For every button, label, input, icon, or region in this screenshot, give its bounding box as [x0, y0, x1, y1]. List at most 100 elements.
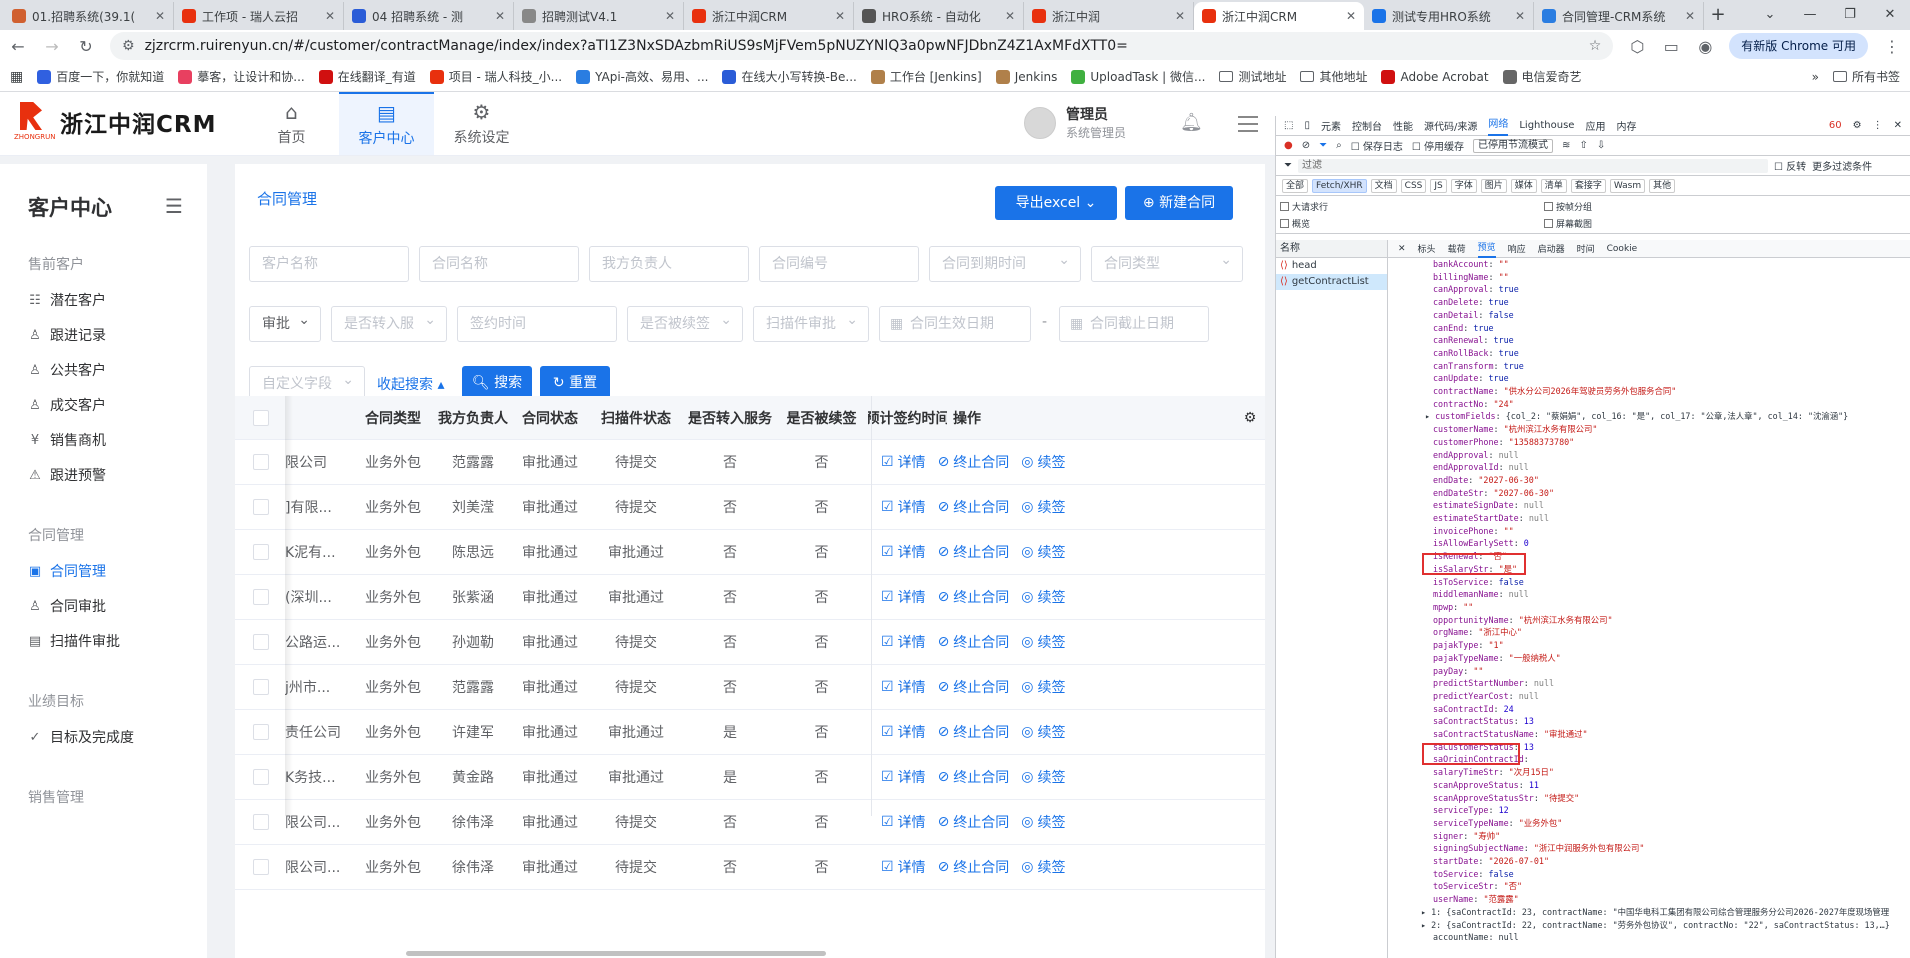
bookmark-item[interactable]: 百度一下，你就知道 [37, 68, 164, 85]
browser-tab[interactable]: 04 招聘系统 - 测 ✕ [344, 2, 514, 30]
request-item-getcontractlist[interactable]: ⟨⟩ getContractList [1276, 274, 1387, 290]
close-detail-icon[interactable]: ✕ [1398, 244, 1406, 254]
sidebar-item[interactable]: ♙ 公共客户 [28, 360, 106, 380]
bookmark-item[interactable]: 摹客，让设计和协... [178, 68, 305, 85]
row-checkbox[interactable] [253, 814, 269, 830]
row-checkbox[interactable] [253, 454, 269, 470]
minimize-icon[interactable]: — [1790, 0, 1830, 30]
renew-link[interactable]: ◎ 续签 [1021, 542, 1065, 562]
terminate-link[interactable]: ⊘ 终止合同 [938, 587, 1010, 607]
owner-input[interactable]: 我方负责人 [589, 246, 749, 282]
row-checkbox[interactable] [253, 724, 269, 740]
bookmark-item[interactable]: YApi-高效、易用、... [576, 68, 708, 85]
browser-tab[interactable]: 合同管理-CRM系统 ✕ [1534, 2, 1704, 30]
extensions-icon[interactable]: ⬡ [1627, 37, 1647, 56]
device-icon[interactable]: ▯ [1304, 120, 1310, 131]
detail-link[interactable]: ☑ 详情 [881, 722, 926, 742]
terminate-link[interactable]: ⊘ 终止合同 [938, 632, 1010, 652]
renew-link[interactable]: ◎ 续签 [1021, 677, 1065, 697]
bookmark-item[interactable]: 电信爱奇艺 [1502, 68, 1582, 85]
preserve-log-checkbox[interactable]: ☐ 保存日志 [1351, 138, 1403, 153]
row-checkbox[interactable] [253, 679, 269, 695]
browser-tab[interactable]: 01.招聘系统(39.1(✕ [4, 2, 174, 30]
sign-time-input[interactable]: 签约时间 [457, 306, 617, 342]
type-filter-chip[interactable]: Wasm [1609, 178, 1646, 193]
back-icon[interactable]: ← [8, 37, 28, 56]
terminate-link[interactable]: ⊘ 终止合同 [938, 677, 1010, 697]
bookmark-item[interactable]: Adobe Acrobat [1381, 69, 1489, 84]
renew-link[interactable]: ◎ 续签 [1021, 587, 1065, 607]
close-tab-icon[interactable]: ✕ [1346, 9, 1356, 23]
renew-link[interactable]: ◎ 续签 [1021, 722, 1065, 742]
sidebar-item[interactable]: ♙ 跟进记录 [28, 325, 106, 345]
type-filter-chip[interactable]: Fetch/XHR [1312, 178, 1367, 193]
more-icon[interactable]: ⋮ [1873, 120, 1883, 131]
browser-tab[interactable]: 浙江中润CRM ✕ [1194, 2, 1364, 30]
terminate-link[interactable]: ⊘ 终止合同 [938, 857, 1010, 877]
close-tab-icon[interactable]: ✕ [1685, 9, 1695, 23]
sidebar-item[interactable]: ♙ 成交客户 [28, 395, 106, 415]
collapse-search-link[interactable]: 收起搜索 ▴ [377, 374, 444, 394]
screenshots-option[interactable]: 屏幕截图 [1544, 217, 1592, 230]
all-bookmarks-folder[interactable]: 所有书签 [1832, 68, 1900, 85]
to-service-select[interactable]: 是否转入服 [331, 303, 447, 342]
crm-logo[interactable]: ZHONGRUN 浙江中润CRM [14, 102, 216, 142]
table-horizontal-scrollbar[interactable] [406, 951, 826, 956]
terminate-link[interactable]: ⊘ 终止合同 [938, 812, 1010, 832]
chrome-update-button[interactable]: 有新版 Chrome 可用 [1729, 33, 1868, 59]
scan-approval-select[interactable]: 扫描件审批 [753, 303, 869, 342]
sidebar-item[interactable]: ⚠ 跟进预警 [28, 465, 106, 485]
browser-tab[interactable]: HRO系统 - 自动化 ✕ [854, 2, 1024, 30]
bookmark-item[interactable]: 其他地址 [1300, 68, 1367, 85]
devtools-tab[interactable]: 源代码/来源 [1424, 118, 1477, 133]
contract-type-select[interactable]: 合同类型 [1091, 243, 1243, 282]
filter-icon[interactable]: ⏷ [1319, 140, 1327, 151]
detail-link[interactable]: ☑ 详情 [881, 587, 926, 607]
expiry-time-select[interactable]: 合同到期时间 [929, 243, 1081, 282]
record-icon[interactable]: ● [1284, 140, 1293, 151]
row-checkbox[interactable] [253, 859, 269, 875]
bookmark-item[interactable]: 项目 - 瑞人科技_小... [429, 68, 562, 85]
forward-icon[interactable]: → [42, 37, 62, 56]
row-checkbox[interactable] [253, 589, 269, 605]
close-tab-icon[interactable]: ✕ [155, 9, 165, 23]
detail-tab[interactable]: 标头 [1418, 242, 1436, 255]
apps-icon[interactable]: ▦ [10, 69, 23, 85]
sidebar-item[interactable]: ☷ 潜在客户 [28, 290, 106, 310]
select-all-checkbox[interactable] [253, 410, 269, 426]
detail-link[interactable]: ☑ 详情 [881, 767, 926, 787]
detail-link[interactable]: ☑ 详情 [881, 812, 926, 832]
invert-checkbox[interactable]: ☐ 反转 [1774, 158, 1806, 173]
overview-option[interactable]: 概览 [1280, 217, 1310, 230]
new-contract-button[interactable]: ⊕ 新建合同 [1125, 186, 1233, 220]
renew-link[interactable]: ◎ 续签 [1021, 632, 1065, 652]
dropdown-icon[interactable]: ⌄ [1750, 0, 1790, 30]
upload-icon[interactable]: ⇧ [1579, 140, 1587, 151]
sidebar-item[interactable]: ▤ 扫描件审批 [28, 631, 120, 651]
close-tab-icon[interactable]: ✕ [325, 9, 335, 23]
detail-tab[interactable]: Cookie [1607, 244, 1638, 254]
close-tab-icon[interactable]: ✕ [1175, 9, 1185, 23]
json-summary-line[interactable]: accountName: null [1433, 931, 1910, 944]
browser-tab[interactable]: 招聘测试V4.1 ✕ [514, 2, 684, 30]
bookmark-item[interactable]: UploadTask | 微信... [1071, 68, 1205, 85]
type-filter-chip[interactable]: 其他 [1649, 178, 1676, 193]
devtools-tab[interactable]: 网络 [1488, 116, 1509, 136]
bookmark-star-icon[interactable]: ☆ [1589, 38, 1602, 54]
error-count-badge[interactable]: 60 [1829, 120, 1842, 131]
wifi-icon[interactable]: ≋ [1562, 140, 1570, 151]
type-filter-chip[interactable]: 媒体 [1510, 178, 1537, 193]
collapse-sidebar-icon[interactable]: ☰ [165, 194, 183, 218]
detail-tab[interactable]: 时间 [1577, 242, 1595, 255]
terminate-link[interactable]: ⊘ 终止合同 [938, 722, 1010, 742]
network-filter-input[interactable]: 过滤 [1298, 158, 1768, 173]
renew-link[interactable]: ◎ 续签 [1021, 857, 1065, 877]
table-settings-gear-icon[interactable]: ⚙ [1235, 396, 1265, 439]
expand-arrow-icon[interactable]: ▸ [1425, 411, 1435, 421]
menu-icon[interactable] [1238, 116, 1258, 137]
end-date-input[interactable]: ▦ 合同截止日期 [1059, 306, 1209, 342]
terminate-link[interactable]: ⊘ 终止合同 [938, 452, 1010, 472]
detail-tab[interactable]: 载荷 [1448, 242, 1466, 255]
bell-icon[interactable]: 🔔︎ [1180, 112, 1203, 133]
renew-link[interactable]: ◎ 续签 [1021, 767, 1065, 787]
